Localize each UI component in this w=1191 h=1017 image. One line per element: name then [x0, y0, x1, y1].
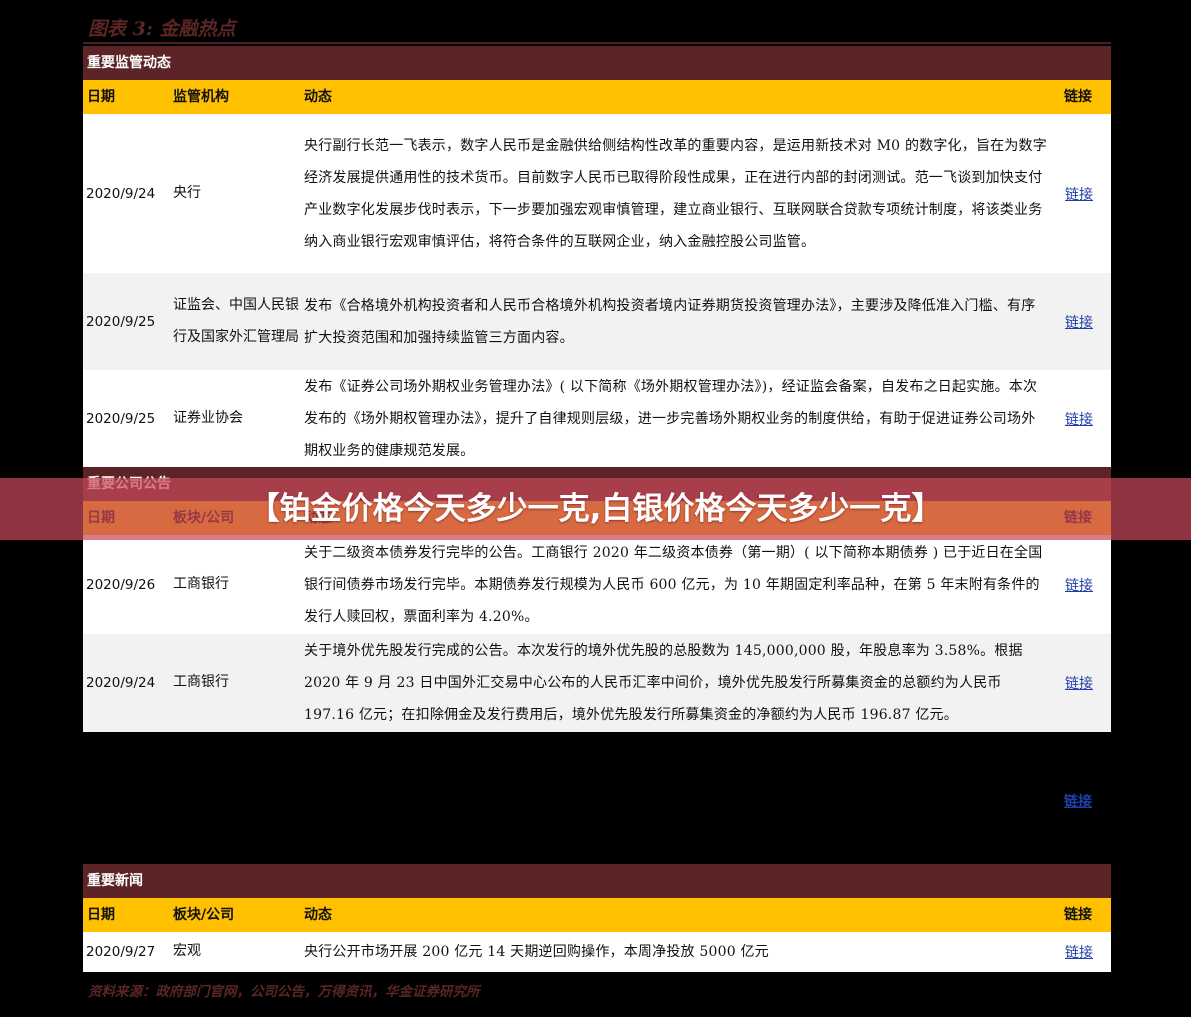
- table-row: 2020/9/26 工商银行 关于二级资本债券发行完毕的公告。工商银行 2020…: [83, 535, 1111, 634]
- row-body: 关于二级资本债券发行完毕的公告。工商银行 2020 年二级资本债券（第一期）( …: [304, 544, 1043, 625]
- row-org: 宏观: [173, 943, 201, 960]
- row-link[interactable]: 链接: [1065, 114, 1105, 273]
- row-org: 工商银行: [173, 575, 229, 592]
- section-regulatory: 重要监管动态 日期 监管机构 动态 链接 2020/9/24 央行 央行副行长范…: [83, 46, 1111, 467]
- section-title: 重要监管动态: [83, 46, 1111, 80]
- row-link[interactable]: 链接: [1065, 634, 1105, 732]
- row-date: 2020/9/24: [86, 675, 156, 691]
- column-header-row: 日期 监管机构 动态 链接: [83, 80, 1111, 114]
- row-body: 央行公开市场开展 200 亿元 14 天期逆回购操作，本周净投放 5000 亿元: [304, 944, 769, 960]
- row-org: 证券业协会: [173, 409, 243, 426]
- table-row: 2020/9/25 证监会、中国人民银行及国家外汇管理局 发布《合格境外机构投资…: [83, 273, 1111, 370]
- header-link: 链接: [1064, 907, 1092, 923]
- row-org: 工商银行: [173, 674, 229, 691]
- row-body: 央行副行长范一飞表示，数字人民币是金融供给侧结构性改革的重要内容，是运用新技术对…: [304, 137, 1047, 250]
- header-date: 日期: [87, 907, 115, 923]
- source-note: 资料来源：政府部门官网，公司公告，万得资讯，华金证券研究所: [88, 984, 480, 1000]
- row-date: 2020/9/25: [86, 313, 156, 330]
- row-date: 2020/9/27: [86, 944, 156, 960]
- row-date: 2020/9/24: [86, 185, 156, 202]
- table-row: 2020/9/24 工商银行 关于境外优先股发行完成的公告。本次发行的境外优先股…: [83, 634, 1111, 732]
- row-date: 2020/9/26: [86, 576, 156, 593]
- row-date: 2020/9/25: [86, 410, 156, 427]
- row-link[interactable]: 链接: [1065, 535, 1105, 634]
- header-org: 板块/公司: [173, 907, 235, 923]
- header-date: 日期: [87, 89, 115, 105]
- table-row: 2020/9/25 证券业协会 发布《证券公司场外期权业务管理办法》( 以下简称…: [83, 370, 1111, 467]
- column-header-row: 日期 板块/公司 动态 链接: [83, 898, 1111, 932]
- row-link[interactable]: 链接: [1065, 370, 1105, 467]
- row-org: 央行: [173, 184, 201, 201]
- figure-title: 图表 3: 金融热点: [88, 18, 236, 40]
- header-body: 动态: [304, 907, 332, 923]
- row-org: 证监会、中国人民银行及国家外汇管理局: [173, 297, 299, 345]
- header-body: 动态: [304, 89, 332, 105]
- row-body: 关于境外优先股发行完成的公告。本次发行的境外优先股的总股数为 145,000,0…: [304, 643, 1023, 723]
- table-row: 2020/9/24 央行 央行副行长范一飞表示，数字人民币是金融供给侧结构性改革…: [83, 114, 1111, 273]
- header-org: 监管机构: [173, 89, 229, 105]
- title-rule: [83, 42, 1111, 44]
- header-link: 链接: [1064, 89, 1092, 105]
- section-title: 重要新闻: [83, 864, 1111, 898]
- row-link[interactable]: 链接: [1065, 273, 1105, 370]
- stray-link[interactable]: 链接: [1064, 791, 1092, 811]
- overlay-title: 【铂金价格今天多少一克,白银价格今天多少一克】: [248, 491, 943, 527]
- table-row: 2020/9/27 宏观 央行公开市场开展 200 亿元 14 天期逆回购操作，…: [83, 932, 1111, 972]
- row-body: 发布《证券公司场外期权业务管理办法》( 以下简称《场外期权管理办法》)，经证监会…: [304, 378, 1038, 459]
- row-link[interactable]: 链接: [1065, 932, 1105, 972]
- row-body: 发布《合格境外机构投资者和人民币合格境外机构投资者境内证券期货投资管理办法》，主…: [304, 297, 1036, 346]
- section-news: 重要新闻 日期 板块/公司 动态 链接 2020/9/27 宏观 央行公开市场开…: [83, 864, 1111, 972]
